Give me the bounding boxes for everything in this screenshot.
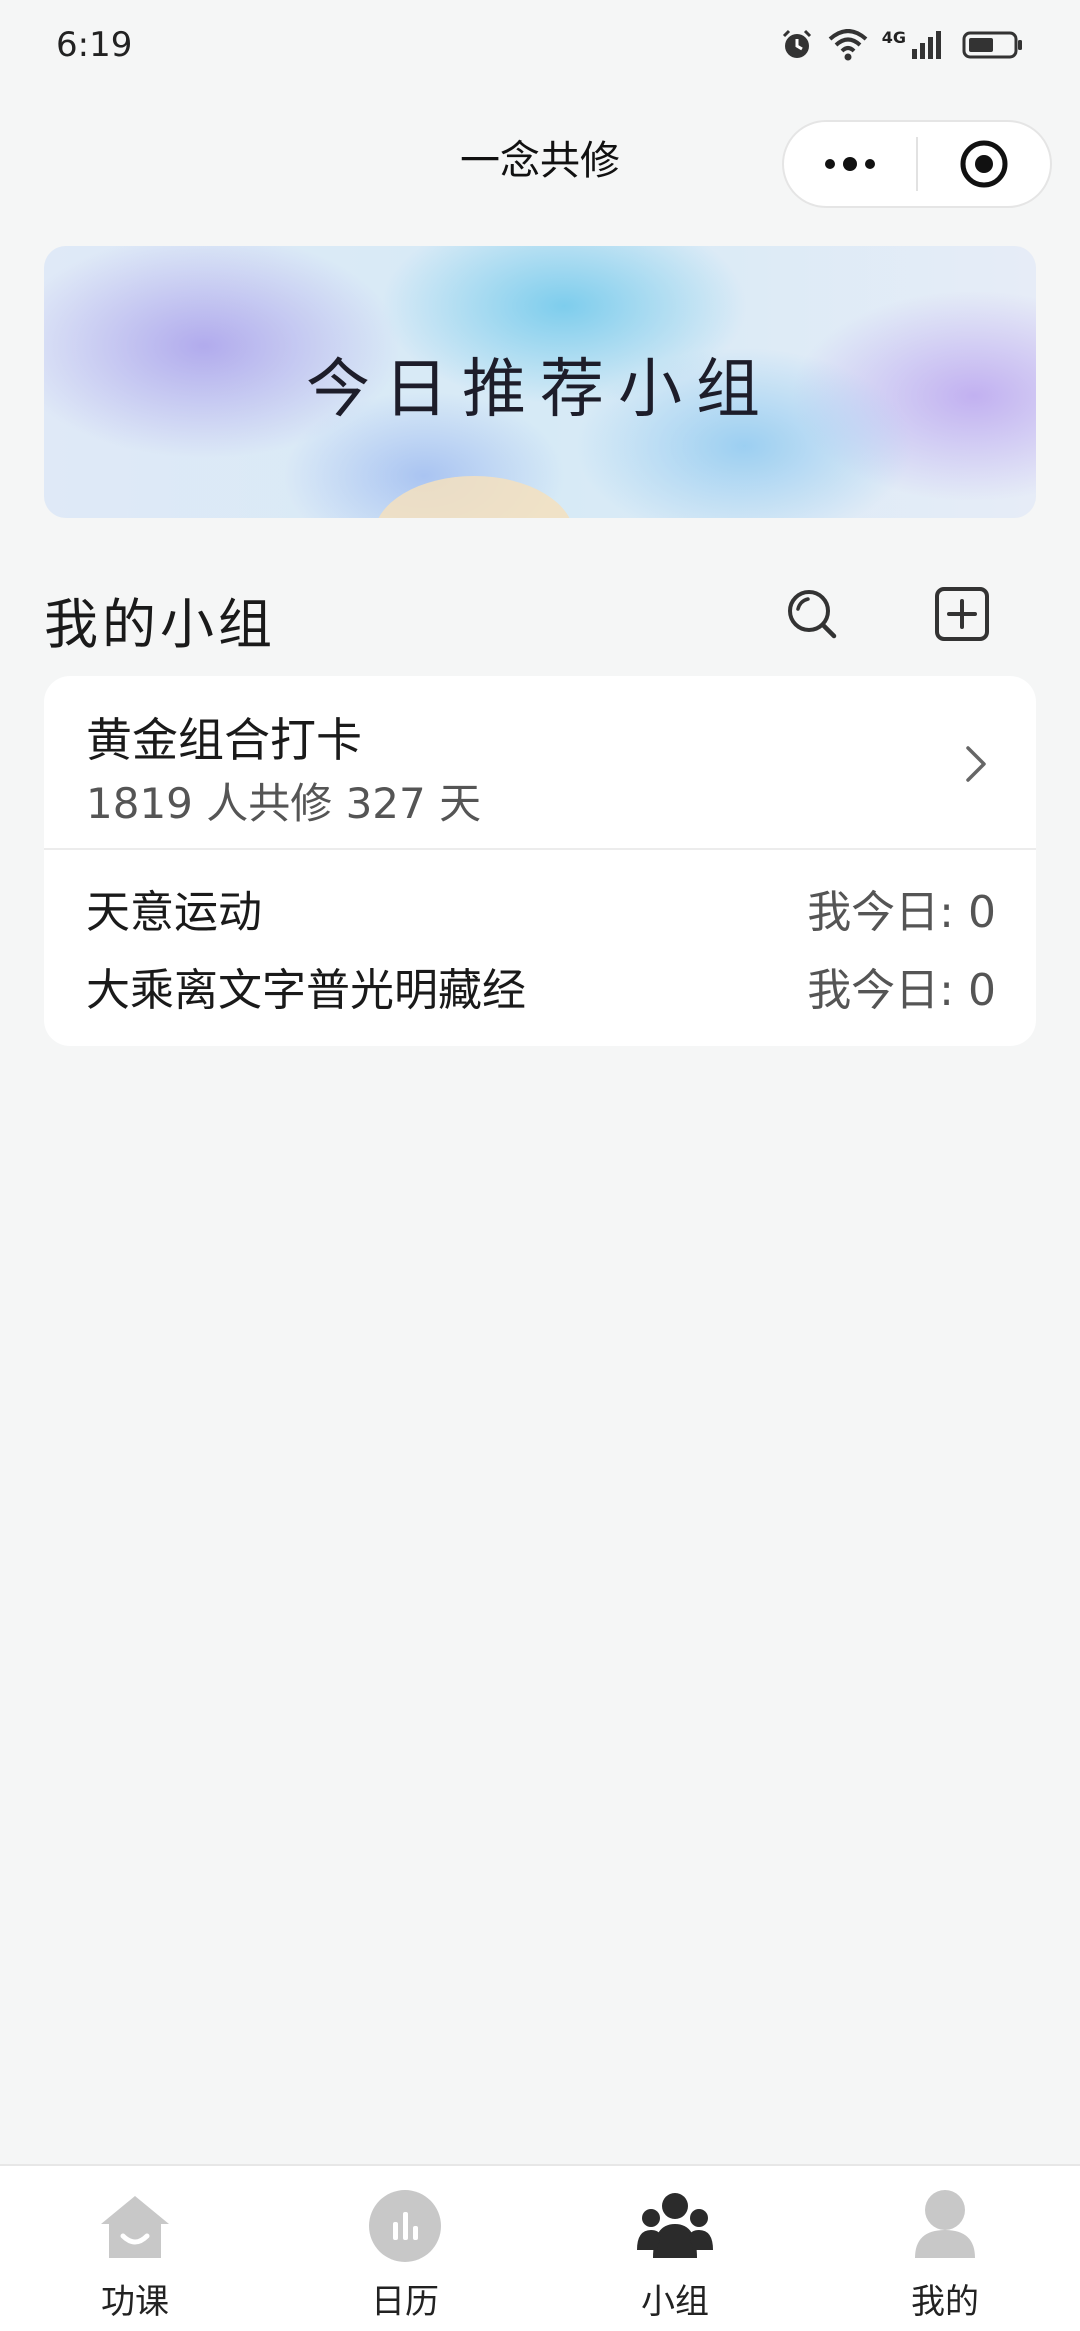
tab-mine[interactable]: 我的 [810,2166,1080,2331]
profile-icon [915,2190,975,2258]
chevron-right-icon [966,746,986,782]
more-button[interactable] [784,122,916,206]
home-icon [101,2196,169,2258]
add-square-icon[interactable] [932,584,992,644]
group-item-today: 我今日: 0 [807,887,996,938]
status-icons: 4G [780,28,1024,62]
recommended-groups-banner[interactable]: 今日推荐小组 [44,246,1036,518]
status-time: 6:19 [56,25,133,65]
my-groups-card: 黄金组合打卡 1819 人共修 327 天 天意运动 我今日: 0 大乘离文字普… [44,676,1036,1046]
featured-group-name: 黄金组合打卡 [86,713,362,767]
tab-label: 日历 [371,2282,439,2322]
network-label: 4G [881,27,906,47]
my-groups-header: 我的小组 [44,572,1036,656]
mini-program-capsule [782,120,1052,208]
banner-decoration [374,476,574,518]
group-icon [637,2193,713,2258]
tab-calendar[interactable]: 日历 [270,2166,540,2331]
signal-icon [912,31,941,59]
tab-gongke[interactable]: 功课 [0,2166,270,2331]
featured-group[interactable]: 黄金组合打卡 1819 人共修 327 天 [44,676,1036,848]
group-item-today: 我今日: 0 [807,965,996,1016]
status-bar: 6:19 4G [0,0,1080,90]
list-item[interactable]: 大乘离文字普光明藏经 我今日: 0 [86,954,996,1016]
card-divider [44,848,1036,850]
section-title: 我的小组 [44,593,276,656]
banner-title: 今日推荐小组 [306,353,774,427]
target-icon [960,140,1008,188]
tab-label: 功课 [101,2282,169,2322]
nav-bar: 一念共修 [0,110,1080,220]
more-dots-icon [825,157,875,171]
list-item[interactable]: 天意运动 我今日: 0 [86,876,996,938]
group-item-name: 天意运动 [86,887,262,938]
wifi-icon [828,29,868,61]
calendar-icon [369,2190,441,2262]
featured-group-stats: 1819 人共修 327 天 [86,779,482,828]
battery-icon [962,31,1022,59]
close-button[interactable] [918,122,1050,206]
alarm-icon [782,29,811,58]
tab-groups[interactable]: 小组 [540,2166,810,2331]
group-item-name: 大乘离文字普光明藏经 [86,965,526,1016]
search-icon[interactable] [782,584,842,644]
bottom-tab-bar: 功课 日历 小组 我的 [0,2164,1080,2331]
tab-label: 小组 [641,2282,709,2322]
tab-label: 我的 [911,2282,979,2322]
